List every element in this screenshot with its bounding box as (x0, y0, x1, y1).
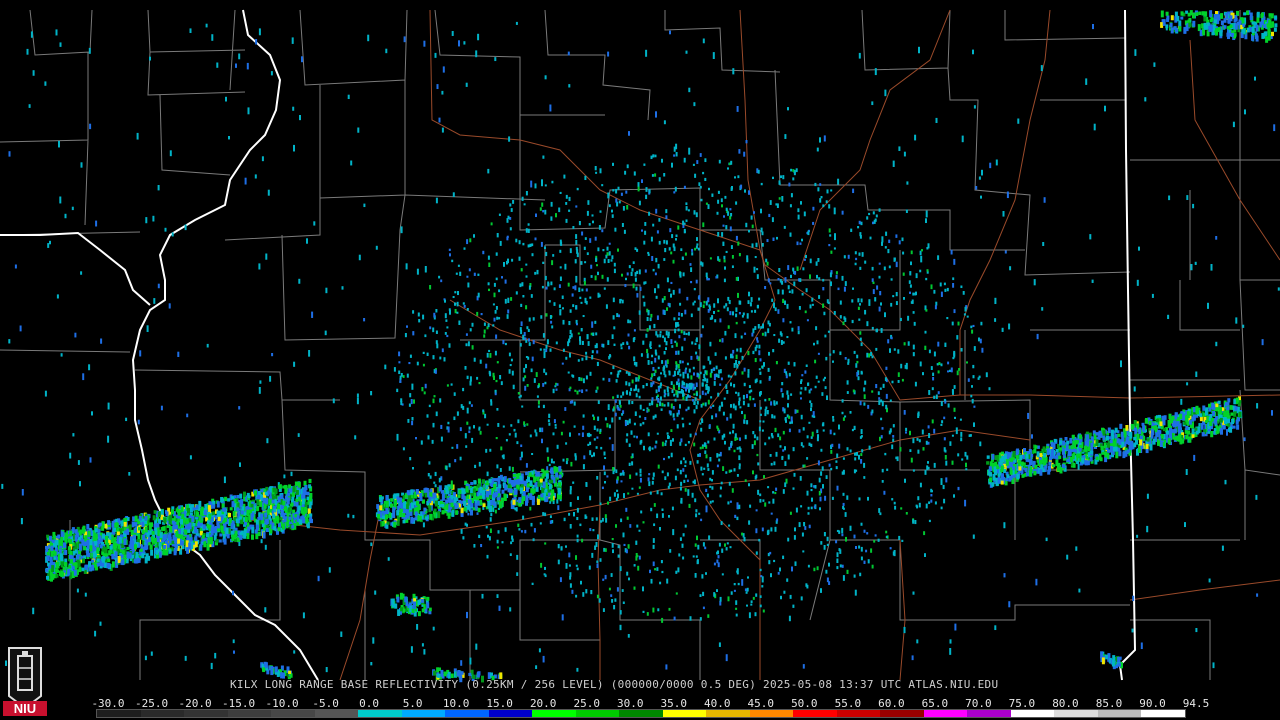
colorbar-segment (532, 710, 576, 717)
colorbar-segment (967, 710, 1011, 717)
colorbar-segment (358, 710, 402, 717)
colorbar-segment (401, 710, 446, 717)
colorbar-segment (1097, 710, 1142, 717)
colorbar-segment (619, 710, 663, 717)
scale-labels: -30.0 -25.0 -20.0 -15.0 -10.0 -5.0 0.0 5.0 10.0 1… (91, 697, 1209, 710)
colorbar-segment (314, 710, 359, 717)
colorbar-segment (836, 710, 881, 717)
colorbar-segment (749, 710, 794, 717)
colorbar-segment (271, 710, 315, 717)
county-boundaries (0, 9, 1280, 680)
scale-label: 94.5 (1182, 697, 1210, 710)
colorbar-segment (140, 710, 185, 717)
colorbar-segment (184, 710, 228, 717)
colorbar-segment (1010, 710, 1055, 717)
colorbar-segment (706, 710, 750, 717)
radar-echoes (1, 10, 1280, 683)
niu-logo: NIU (3, 647, 47, 716)
radar-map (0, 9, 1280, 683)
product-caption: KILX LONG RANGE BASE REFLECTIVITY (0.25K… (230, 678, 999, 691)
colorbar-segment (227, 710, 272, 717)
colorbar-segment (97, 710, 141, 717)
colorbar-segment (662, 710, 707, 717)
colorbar-segment (575, 710, 620, 717)
colorbar-segment (793, 710, 837, 717)
colorbar-segment (488, 710, 533, 717)
colorbar-segment (1141, 710, 1185, 717)
colorbar-segment (1054, 710, 1098, 717)
colorbar-segment (445, 710, 489, 717)
colorbar-segment (923, 710, 968, 717)
reflectivity-colorbar (96, 709, 1186, 718)
colorbar-segment (880, 710, 924, 717)
logo-text: NIU (14, 701, 36, 716)
